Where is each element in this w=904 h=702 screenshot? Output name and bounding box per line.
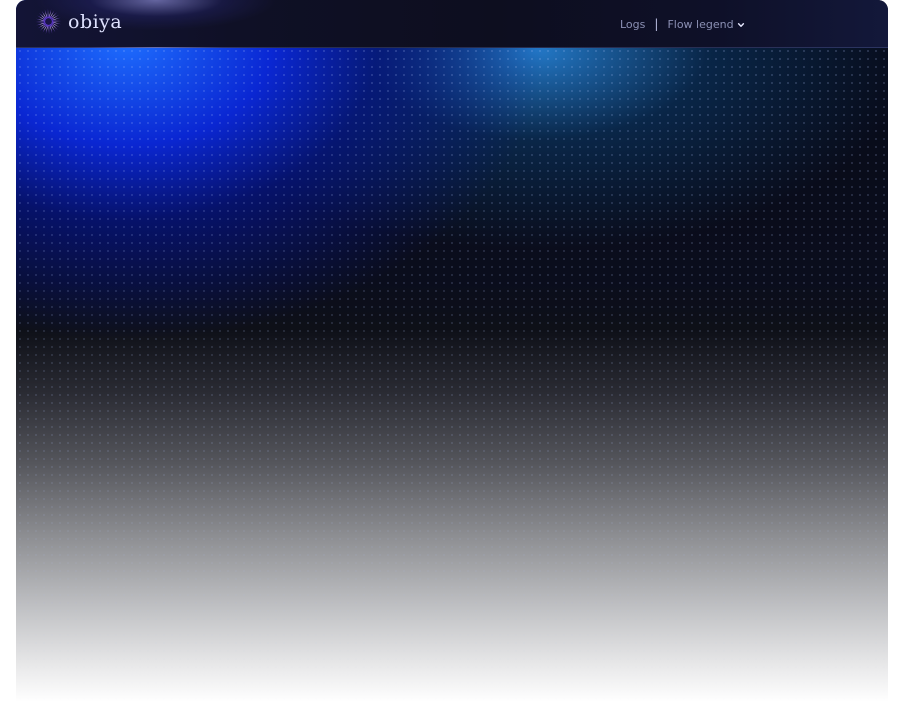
sunburst-logo-icon	[35, 8, 62, 39]
brand-name: obiya	[68, 10, 123, 33]
flow-canvas[interactable]	[16, 0, 888, 702]
top-bar: obiya Logs | Flow legend	[16, 0, 888, 48]
nav-separator: |	[654, 17, 659, 31]
logs-link[interactable]: Logs	[620, 18, 645, 31]
chevron-down-icon	[737, 22, 744, 27]
flow-legend-label: Flow legend	[667, 17, 734, 31]
canvas-dot-grid	[16, 47, 888, 702]
top-nav: Logs | Flow legend	[620, 15, 745, 33]
app-window: obiya Logs | Flow legend	[16, 0, 888, 702]
flow-legend-dropdown[interactable]: Flow legend	[667, 18, 744, 31]
brand[interactable]: obiya	[35, 8, 123, 39]
